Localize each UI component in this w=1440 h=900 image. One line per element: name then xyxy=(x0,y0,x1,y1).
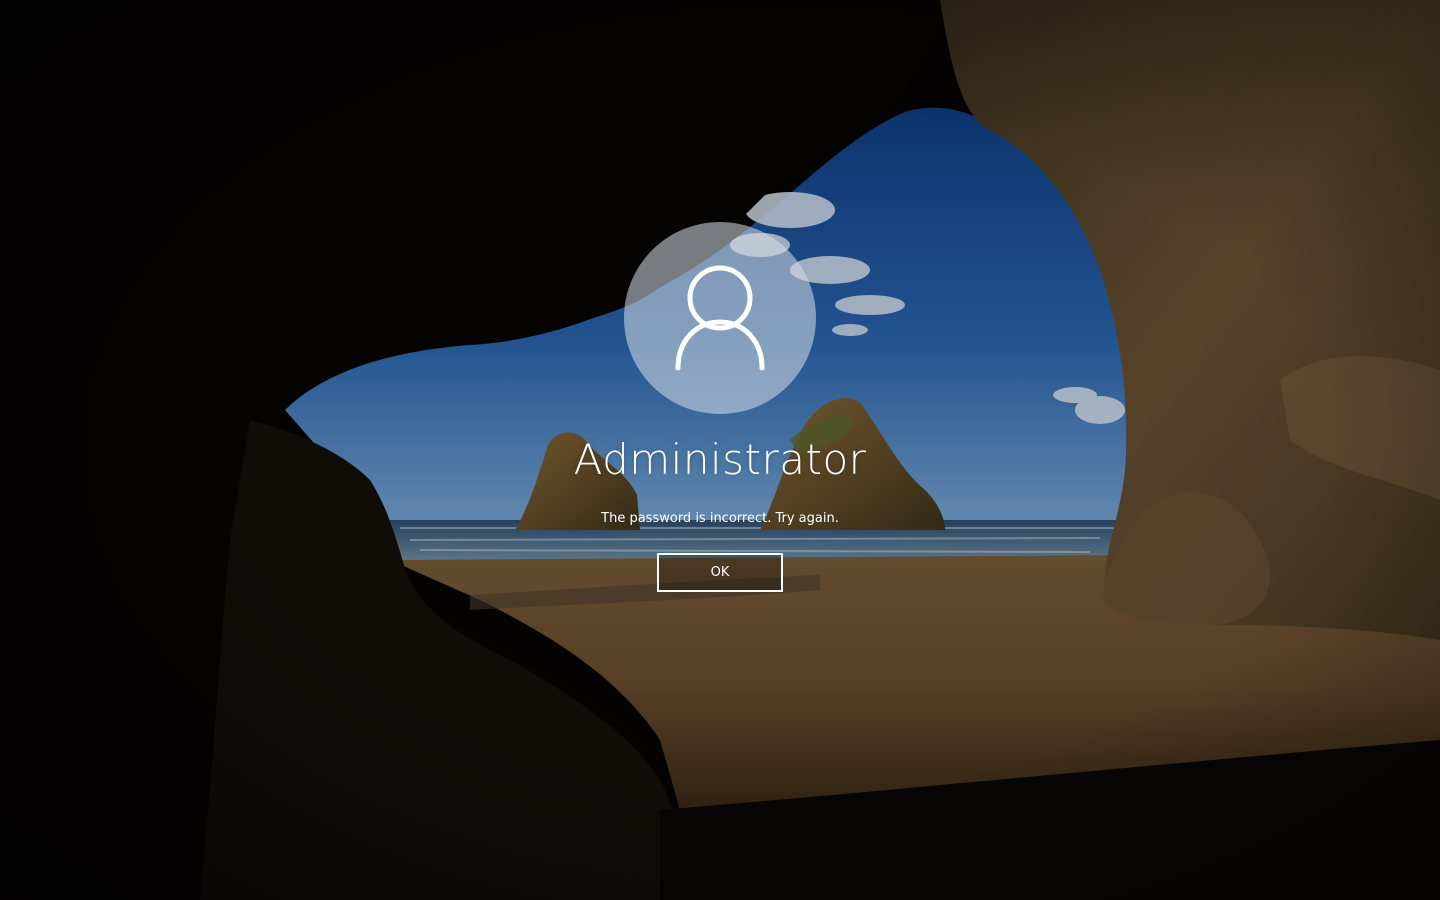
user-avatar xyxy=(624,222,816,414)
user-icon xyxy=(675,265,765,371)
error-message: The password is incorrect. Try again. xyxy=(601,511,839,526)
username-label: Administrator xyxy=(573,435,867,484)
ok-button[interactable]: OK xyxy=(657,553,783,592)
sign-in-panel: Administrator The password is incorrect.… xyxy=(0,0,1440,900)
lock-screen: Administrator The password is incorrect.… xyxy=(0,0,1440,900)
